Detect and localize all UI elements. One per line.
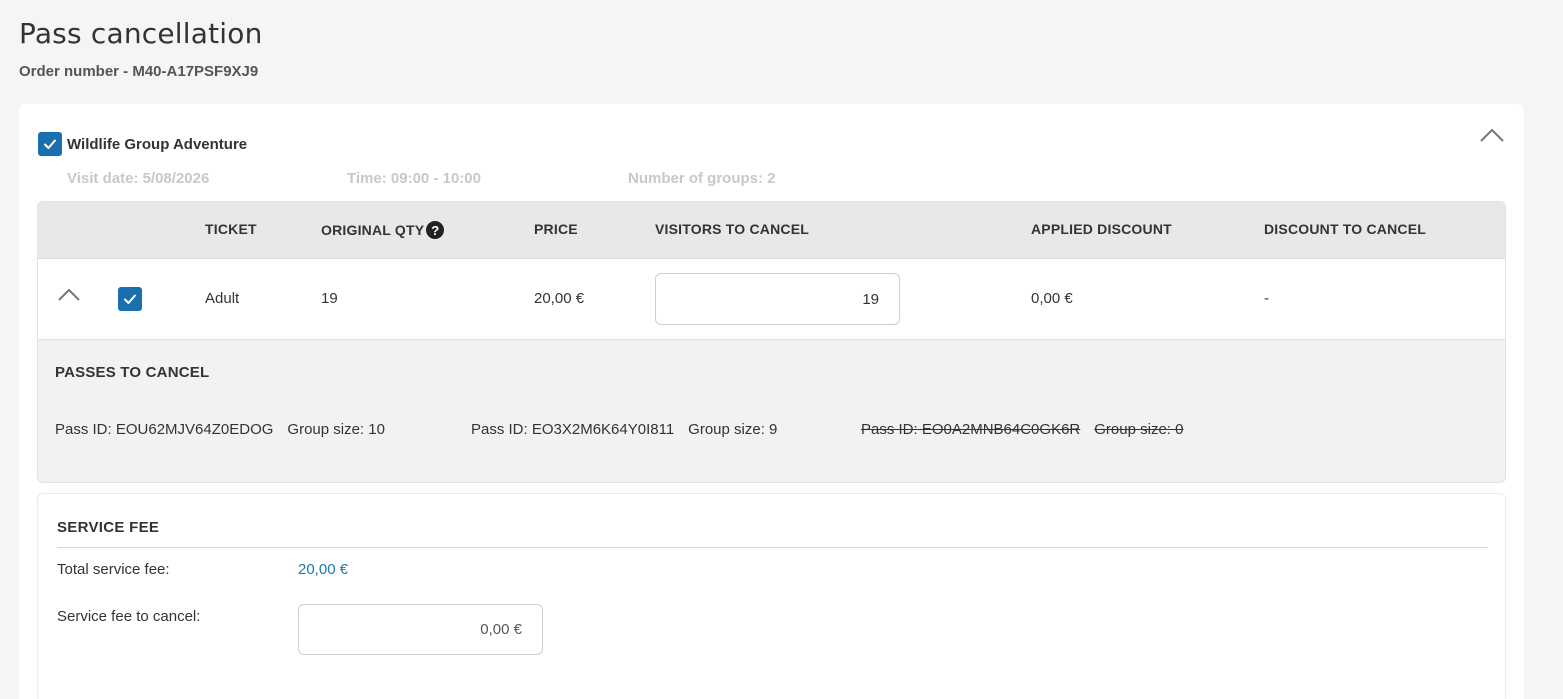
header-price: PRICE (534, 221, 578, 237)
table-header: TICKET ORIGINAL QTY ? PRICE VISITORS TO … (38, 202, 1505, 259)
header-visitors-to-cancel: VISITORS TO CANCEL (655, 221, 809, 237)
pass-item: Pass ID: EOU62MJV64Z0EDOG Group size: 10 (55, 421, 385, 438)
service-fee-title: SERVICE FEE (57, 519, 160, 536)
number-of-groups: Number of groups: 2 (628, 170, 776, 187)
table-row: Adult 19 20,00 € 0,00 € - (38, 259, 1505, 340)
pass-id: Pass ID: EO3X2M6K64Y0I811 (471, 421, 675, 438)
pass-item: Pass ID: EO3X2M6K64Y0I811 Group size: 9 (471, 421, 777, 438)
service-fee-to-cancel-input[interactable] (298, 604, 543, 655)
order-number: Order number - M40-A17PSF9XJ9 (19, 63, 259, 80)
header-applied-discount: APPLIED DISCOUNT (1031, 221, 1172, 237)
pass-group-size: Group size: 0 (1094, 421, 1184, 438)
pass-id: Pass ID: EOU62MJV64Z0EDOG (55, 421, 274, 438)
pass-group-size: Group size: 9 (688, 421, 778, 438)
row-collapse-button[interactable] (56, 286, 82, 304)
ticket-table: TICKET ORIGINAL QTY ? PRICE VISITORS TO … (37, 201, 1506, 483)
service-fee-section: SERVICE FEE Total service fee: 20,00 € S… (37, 493, 1506, 699)
service-fee-to-cancel-label: Service fee to cancel: (57, 608, 201, 625)
pass-group-size: Group size: 10 (287, 421, 385, 438)
visit-date: Visit date: 5/08/2026 (67, 170, 210, 187)
header-original-qty-label: ORIGINAL QTY (321, 222, 425, 238)
header-discount-to-cancel: DISCOUNT TO CANCEL (1264, 221, 1427, 237)
cell-discount-to-cancel: - (1264, 290, 1269, 307)
passes-to-cancel-title: PASSES TO CANCEL (55, 364, 210, 381)
header-original-qty: ORIGINAL QTY ? (321, 221, 445, 239)
page-title: Pass cancellation (19, 17, 263, 50)
product-name: Wildlife Group Adventure (67, 136, 248, 153)
chevron-up-icon (58, 288, 80, 301)
header-ticket: TICKET (205, 221, 257, 237)
cell-original-qty: 19 (321, 290, 338, 307)
pass-cancellation-page: Pass cancellation Order number - M40-A17… (0, 0, 1563, 699)
collapse-product-button[interactable] (1477, 122, 1507, 148)
ticket-checkbox[interactable] (118, 287, 142, 311)
total-service-fee-label: Total service fee: (57, 561, 170, 578)
divider (57, 547, 1488, 548)
check-icon (124, 294, 136, 304)
cell-ticket: Adult (205, 290, 240, 307)
total-service-fee-value: 20,00 € (298, 561, 349, 578)
cell-applied-discount: 0,00 € (1031, 290, 1073, 307)
cell-price: 20,00 € (534, 290, 585, 307)
pass-item-cancelled: Pass ID: EO0A2MNB64C0GK6R Group size: 0 (861, 421, 1183, 438)
visitors-to-cancel-input[interactable] (655, 273, 900, 325)
help-icon[interactable]: ? (426, 221, 445, 239)
visit-time: Time: 09:00 - 10:00 (347, 170, 481, 187)
pass-id: Pass ID: EO0A2MNB64C0GK6R (861, 421, 1081, 438)
check-icon (44, 139, 56, 149)
product-card: Wildlife Group Adventure Visit date: 5/0… (19, 104, 1524, 699)
product-checkbox[interactable] (38, 132, 62, 156)
chevron-up-icon (1480, 128, 1504, 142)
